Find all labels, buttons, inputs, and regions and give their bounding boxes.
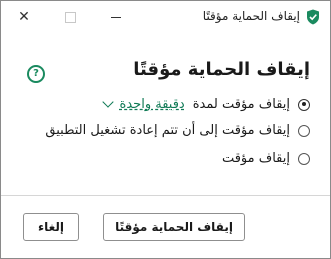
chevron-down-icon[interactable] — [101, 95, 114, 108]
option-label: إيقاف مؤقت — [221, 151, 290, 166]
maximize-icon — [64, 11, 76, 23]
duration-select[interactable]: دقيقة واحدة — [120, 97, 185, 112]
radio-pause-for-duration[interactable] — [298, 98, 310, 111]
close-icon: ✕ — [18, 9, 30, 25]
option-pause[interactable]: إيقاف مؤقت — [222, 151, 310, 166]
cancel-button[interactable]: إلغاء — [23, 213, 79, 241]
pause-protection-window: إيقاف الحماية مؤقتًا ✕ إيقاف الحماية مؤق… — [0, 0, 331, 259]
maximize-button[interactable] — [47, 1, 93, 33]
radio-pause[interactable] — [298, 152, 310, 165]
minimize-button[interactable] — [93, 1, 139, 33]
window-title: إيقاف الحماية مؤقتًا — [202, 9, 300, 23]
pause-protection-button[interactable]: إيقاف الحماية مؤقتًا — [103, 213, 245, 241]
radio-pause-until-restart[interactable] — [298, 124, 310, 137]
shield-icon — [307, 9, 319, 25]
option-pause-until-restart[interactable]: إيقاف مؤقت إلى أن تتم إعادة تشغيل التطبي… — [45, 123, 310, 138]
help-icon[interactable]: ? — [27, 65, 45, 83]
option-label: إيقاف مؤقت إلى أن تتم إعادة تشغيل التطبي… — [45, 123, 290, 138]
option-label: إيقاف مؤقت لمدة — [192, 97, 290, 112]
minimize-icon — [111, 16, 121, 18]
dialog-heading: إيقاف الحماية مؤقتًا — [133, 59, 310, 80]
title-bar[interactable]: إيقاف الحماية مؤقتًا ✕ — [1, 1, 330, 33]
divider — [1, 195, 330, 196]
option-pause-for-duration[interactable]: إيقاف مؤقت لمدة دقيقة واحدة — [101, 95, 310, 112]
close-button[interactable]: ✕ — [1, 1, 47, 33]
